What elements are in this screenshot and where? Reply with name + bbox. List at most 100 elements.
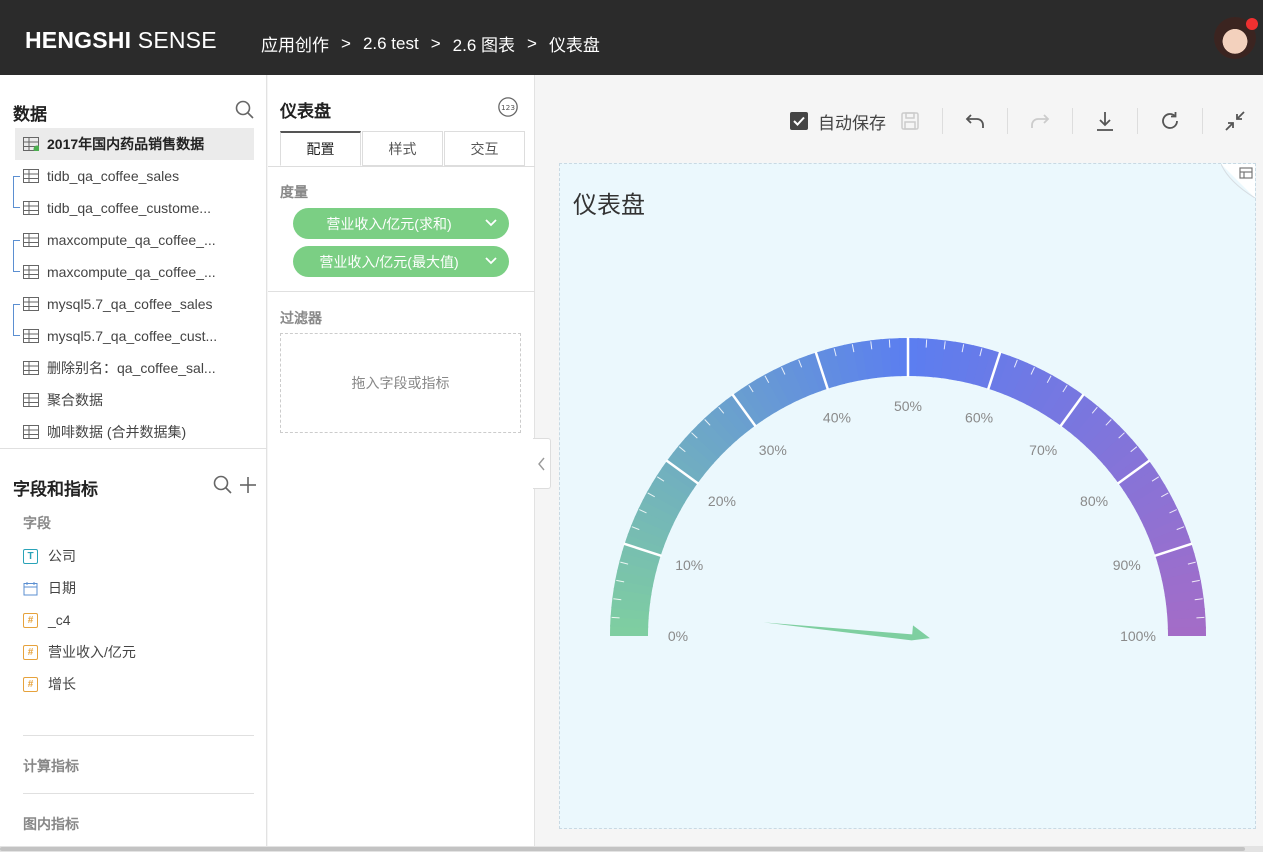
fields-section-title: 字段和指标: [13, 480, 98, 499]
field-item[interactable]: T 公司: [23, 546, 76, 566]
svg-text:123: 123: [501, 103, 515, 112]
number-field-icon: #: [23, 644, 38, 660]
dataset-item[interactable]: 删除别名：qa_coffee_sal...: [15, 352, 254, 384]
editor-toolbar: 自动保存: [790, 104, 1247, 138]
toolbar-separator: [942, 108, 943, 134]
gauge-chart[interactable]: 0% 10% 20% 30% 40% 50% 60% 70% 80% 90% 100%: [560, 164, 1257, 830]
table-icon: [23, 201, 39, 215]
dataset-item[interactable]: 聚合数据: [15, 384, 254, 416]
config-tabs: 配置 样式 交互: [280, 131, 526, 166]
field-item-label: 增长: [48, 676, 76, 692]
save-icon[interactable]: [898, 109, 922, 133]
toolbar-separator: [1007, 108, 1008, 134]
table-icon: [23, 297, 39, 311]
autosave-checkbox[interactable]: [790, 112, 808, 130]
gauge-tick-label: 10%: [675, 557, 703, 573]
undo-icon[interactable]: [963, 109, 987, 133]
measure-pill[interactable]: 营业收入/亿元(最大值): [293, 246, 509, 277]
chevron-left-icon: [538, 457, 545, 471]
dataset-item[interactable]: tidb_qa_coffee_custome...: [15, 192, 254, 224]
dataset-item[interactable]: 咖啡数据 (合并数据集): [15, 416, 254, 448]
panel-title: 仪表盘: [280, 102, 331, 121]
gauge-minor-tick: [925, 339, 928, 348]
gauge-pointer: [763, 622, 930, 641]
field-item[interactable]: # _c4: [23, 610, 71, 630]
redo-icon[interactable]: [1028, 109, 1052, 133]
filter-label: 过滤器: [280, 310, 322, 326]
breadcrumb-item[interactable]: 2.6 图表: [453, 31, 515, 56]
gauge-arc-segment: [1167, 626, 1206, 636]
dataset-item[interactable]: maxcompute_qa_coffee_...: [15, 256, 254, 288]
tab-style[interactable]: 样式: [362, 131, 443, 166]
dataset-item[interactable]: mysql5.7_qa_coffee_sales: [15, 288, 254, 320]
breadcrumb: 应用创作 > 2.6 test > 2.6 图表 > 仪表盘: [261, 31, 600, 56]
section-divider: [0, 448, 267, 449]
dataset-item-label: maxcompute_qa_coffee_...: [47, 232, 216, 248]
measure-pill-label: 营业收入/亿元(求和): [326, 215, 452, 232]
section-divider: [268, 291, 535, 292]
table-icon: [23, 425, 39, 439]
number-chart-type-icon[interactable]: 123: [497, 96, 519, 118]
calc-metrics-label[interactable]: 计算指标: [23, 756, 79, 776]
measure-pill[interactable]: 营业收入/亿元(求和): [293, 208, 509, 239]
breadcrumb-item[interactable]: 应用创作: [261, 31, 329, 56]
gauge-tick-label: 90%: [1113, 557, 1141, 573]
measure-pill-label: 营业收入/亿元(最大值): [319, 253, 459, 270]
left-panel: 数据 2017年国内药品销售数据 tidb_qa_coffee_sales tidb…: [0, 75, 267, 852]
table-icon: [23, 137, 39, 151]
field-item-label: 营业收入/亿元: [48, 644, 136, 660]
dataset-item[interactable]: mysql5.7_qa_coffee_cust...: [15, 320, 254, 352]
field-item[interactable]: # 营业收入/亿元: [23, 642, 136, 662]
collapse-panel-button[interactable]: [533, 438, 551, 489]
dataset-item[interactable]: maxcompute_qa_coffee_...: [15, 224, 254, 256]
breadcrumb-separator: >: [341, 33, 351, 53]
tab-config[interactable]: 配置: [280, 131, 361, 166]
field-item-label: _c4: [48, 612, 71, 628]
autosave-label[interactable]: 自动保存: [818, 109, 886, 134]
search-icon[interactable]: [212, 474, 234, 496]
field-item[interactable]: 日期: [23, 578, 76, 598]
gauge-tick-label: 0%: [668, 628, 688, 644]
chevron-down-icon[interactable]: [484, 216, 498, 230]
chart-canvas[interactable]: 仪表盘 0% 10% 20% 30% 40% 50% 60% 70% 80% 90% 100%: [559, 163, 1256, 829]
scrollbar-thumb[interactable]: [0, 847, 1245, 851]
dataset-item-label: mysql5.7_qa_coffee_cust...: [47, 328, 218, 344]
table-icon: [23, 169, 39, 183]
fields-subsection-label: 字段: [23, 515, 51, 531]
section-divider: [23, 793, 254, 794]
dataset-item[interactable]: 2017年国内药品销售数据: [15, 128, 254, 160]
top-bar: HENGSHI SENSE 应用创作 > 2.6 test > 2.6 图表 >…: [0, 0, 1263, 75]
collapse-fullscreen-icon[interactable]: [1223, 109, 1247, 133]
field-item[interactable]: # 增长: [23, 674, 76, 694]
dataset-item-label: mysql5.7_qa_coffee_sales: [47, 296, 213, 312]
field-item-label: 日期: [48, 580, 76, 596]
filter-placeholder: 拖入字段或指标: [351, 375, 450, 391]
dataset-item-label: 删除别名：qa_coffee_sal...: [47, 360, 216, 376]
gauge-tick-label: 40%: [823, 409, 851, 425]
dataset-item[interactable]: tidb_qa_coffee_sales: [15, 160, 254, 192]
gauge-tick-label: 30%: [759, 442, 787, 458]
breadcrumb-current: 仪表盘: [548, 36, 600, 55]
toolbar-separator: [1072, 108, 1073, 134]
dataset-item-label: tidb_qa_coffee_sales: [47, 168, 180, 184]
inchart-metrics-label[interactable]: 图内指标: [23, 814, 79, 834]
add-icon[interactable]: [237, 474, 259, 496]
table-icon: [23, 265, 39, 279]
table-icon: [23, 393, 39, 407]
measure-label: 度量: [280, 184, 308, 200]
tab-interaction[interactable]: 交互: [444, 131, 525, 166]
table-icon: [23, 233, 39, 247]
brand-logo[interactable]: HENGSHI SENSE: [25, 27, 217, 54]
gauge-tick-label: 60%: [965, 409, 993, 425]
avatar[interactable]: [1214, 17, 1258, 59]
chevron-down-icon[interactable]: [484, 254, 498, 268]
breadcrumb-item[interactable]: 2.6 test: [363, 34, 419, 54]
text-field-icon: T: [23, 548, 38, 564]
filter-dropzone[interactable]: 拖入字段或指标: [280, 333, 521, 433]
breadcrumb-separator: >: [527, 33, 537, 53]
download-icon[interactable]: [1093, 109, 1117, 133]
search-icon[interactable]: [234, 99, 256, 121]
horizontal-scrollbar[interactable]: [0, 846, 1263, 852]
breadcrumb-separator: >: [430, 33, 441, 53]
refresh-icon[interactable]: [1158, 109, 1182, 133]
